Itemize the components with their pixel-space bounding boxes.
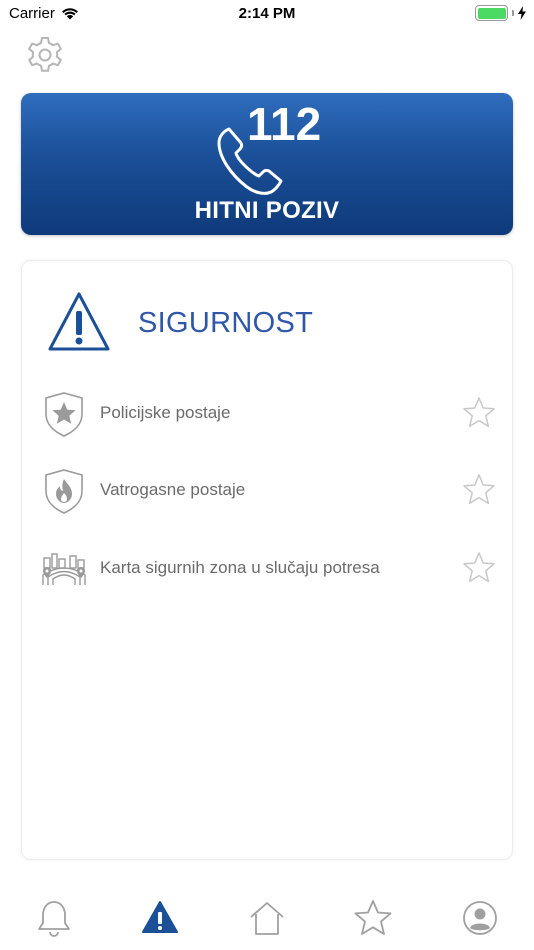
phone-icon — [217, 127, 283, 195]
tab-favorites[interactable] — [353, 898, 393, 938]
battery-level — [477, 7, 506, 19]
tab-safety[interactable] — [140, 898, 180, 938]
list-item-label: Vatrogasne postaje — [100, 480, 246, 499]
tab-home[interactable] — [247, 898, 287, 938]
fire-shield-icon — [45, 469, 83, 514]
favorite-star-icon[interactable] — [462, 396, 496, 430]
home-icon — [250, 902, 284, 935]
list-item-label: Karta sigurnih zona u slučaju potresa — [100, 558, 380, 577]
settings-button[interactable] — [25, 35, 65, 75]
gear-icon — [27, 37, 63, 72]
screen: Carrier 2:14 PM 112 HITNI POZIV SIGURNOS… — [0, 0, 534, 950]
safety-card: SIGURNOST Policijske postaje Vatrogasne … — [21, 260, 513, 860]
list-item-fire-stations[interactable]: Vatrogasne postaje — [40, 463, 496, 519]
favorite-star-icon[interactable] — [462, 551, 496, 585]
charging-bolt-icon — [518, 6, 526, 20]
list-item-earthquake-map[interactable]: Karta sigurnih zona u slučaju potresa — [40, 541, 496, 597]
status-time: 2:14 PM — [238, 5, 296, 22]
warning-triangle-icon — [48, 292, 110, 351]
battery-icon — [475, 5, 508, 21]
status-bar: Carrier 2:14 PM — [0, 0, 534, 28]
tab-profile[interactable] — [460, 898, 500, 938]
favorite-star-icon[interactable] — [462, 473, 496, 507]
warning-icon — [142, 901, 178, 933]
police-badge-icon — [45, 392, 83, 437]
status-right — [475, 5, 526, 21]
star-icon — [354, 900, 392, 935]
earthquake-map-icon — [42, 553, 86, 585]
tab-bar — [0, 888, 534, 950]
profile-icon — [463, 901, 497, 935]
tab-notifications[interactable] — [34, 898, 74, 938]
safety-title: SIGURNOST — [138, 307, 314, 339]
list-item-label: Policijske postaje — [100, 403, 231, 422]
bell-icon — [38, 901, 70, 937]
emergency-label: HITNI POZIV — [194, 197, 340, 224]
battery-cap — [512, 10, 514, 16]
emergency-call-button[interactable]: 112 HITNI POZIV — [21, 93, 513, 235]
list-item-police-stations[interactable]: Policijske postaje — [40, 386, 496, 442]
